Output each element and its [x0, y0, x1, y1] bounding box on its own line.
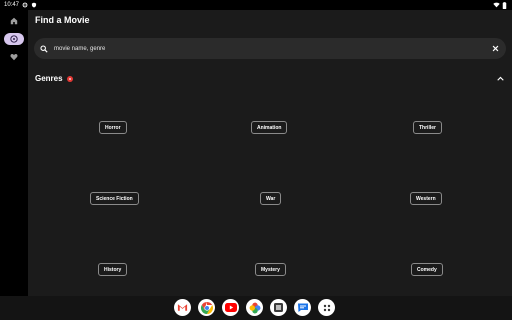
app-dock	[174, 299, 335, 316]
genre-chip-war[interactable]: War	[260, 192, 282, 205]
search-icon	[40, 40, 48, 58]
genres-title: Genres	[35, 74, 63, 83]
nav-rail	[0, 10, 28, 296]
collapse-genres-button[interactable]	[495, 72, 505, 82]
genre-chip-animation[interactable]: Animation	[251, 121, 288, 134]
genre-chip-mystery[interactable]: Mystery	[255, 263, 286, 276]
wifi-icon	[493, 2, 500, 8]
close-icon[interactable]	[490, 44, 500, 54]
page-title: Find a Movie	[35, 15, 90, 25]
nav-item-home[interactable]	[4, 15, 24, 27]
chevron-up-icon	[496, 68, 504, 86]
youtube-icon[interactable]	[222, 299, 239, 316]
chrome-icon[interactable]	[198, 299, 215, 316]
genre-chip-science-fiction[interactable]: Science Fiction	[90, 192, 139, 205]
shield-icon	[31, 2, 37, 8]
search-bar[interactable]: movie name, genre	[34, 38, 506, 59]
genre-chip-horror[interactable]: Horror	[99, 121, 127, 134]
search-input[interactable]: movie name, genre	[54, 46, 105, 52]
gear-icon	[22, 2, 28, 8]
home-icon	[10, 12, 18, 30]
heart-icon	[10, 48, 18, 66]
battery-icon	[502, 2, 508, 10]
genres-header: Genres	[35, 74, 73, 83]
nav-item-favorites[interactable]	[4, 51, 24, 63]
disc-icon	[10, 30, 18, 48]
files-icon[interactable]	[270, 299, 287, 316]
status-bar: 10:47	[0, 0, 512, 10]
genre-chip-thriller[interactable]: Thriller	[413, 121, 442, 134]
genre-chip-comedy[interactable]: Comedy	[411, 263, 443, 276]
taskbar	[0, 296, 512, 320]
genre-chip-western[interactable]: Western	[410, 192, 442, 205]
app-drawer-icon[interactable]	[318, 299, 335, 316]
genres-badge	[66, 75, 73, 82]
gmail-icon[interactable]	[174, 299, 191, 316]
nav-item-discover[interactable]	[4, 33, 24, 45]
main-content: Find a Movie movie name, genre Genres Ho…	[28, 10, 512, 296]
status-time: 10:47	[4, 2, 20, 8]
messages-icon[interactable]	[294, 299, 311, 316]
photos-icon[interactable]	[246, 299, 263, 316]
genre-chip-history[interactable]: History	[98, 263, 128, 276]
